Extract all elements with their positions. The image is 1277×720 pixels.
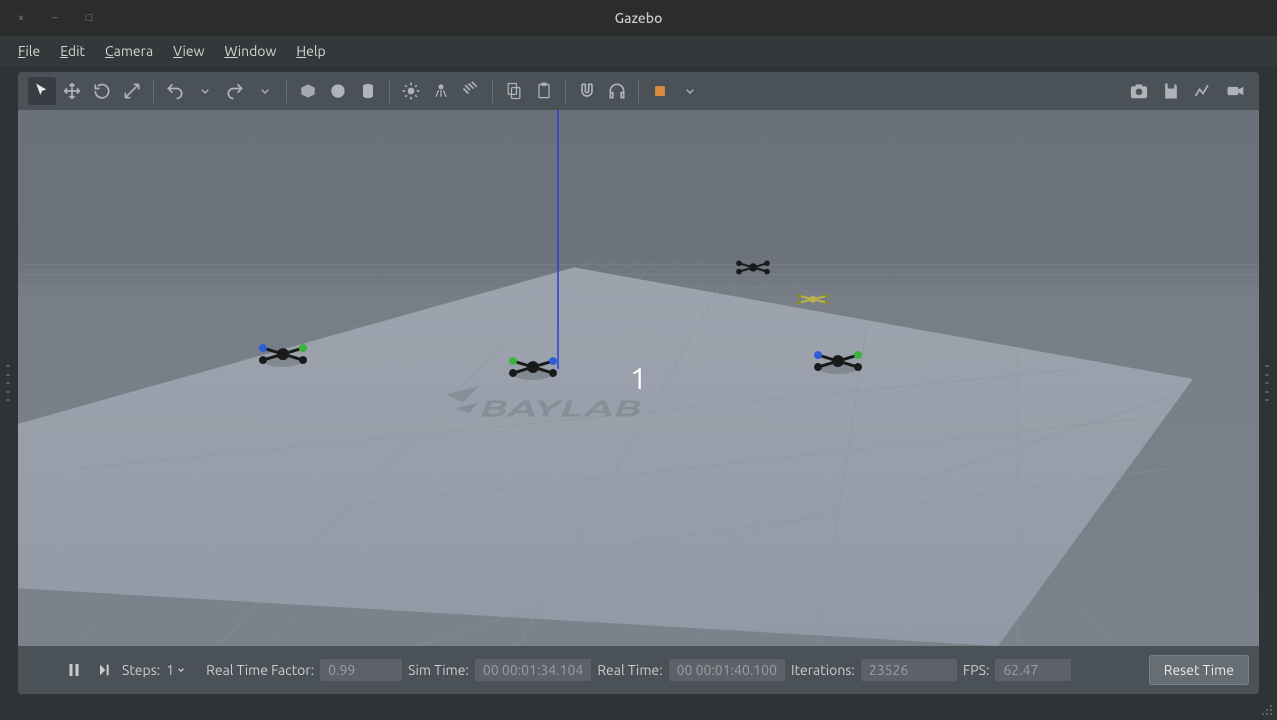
menu-camera-label: amera <box>114 43 154 59</box>
gazebo-icon <box>650 81 670 101</box>
undo-icon <box>165 81 185 101</box>
real-time-value: 00 00:01:40.100 <box>669 659 785 681</box>
redo-icon <box>225 81 245 101</box>
directional-light-icon <box>461 81 481 101</box>
menu-bar: File Edit Camera View Window Help <box>0 36 1277 66</box>
step-icon <box>96 662 112 678</box>
select-tool-button[interactable] <box>28 77 56 105</box>
menu-help[interactable]: Help <box>288 39 333 63</box>
move-icon <box>62 81 82 101</box>
iterations-value: 23526 <box>861 659 957 681</box>
scale-icon <box>122 81 142 101</box>
paste-button[interactable] <box>530 77 558 105</box>
chevron-down-icon <box>197 83 213 99</box>
magnet-icon <box>577 81 597 101</box>
status-bar: Steps: 1 Real Time Factor: 0.99 Sim Time… <box>18 646 1259 694</box>
viewport-3d[interactable]: BAYLAB <box>18 110 1259 646</box>
directional-light-button[interactable] <box>457 77 485 105</box>
undo-button[interactable] <box>161 77 189 105</box>
copy-icon <box>504 81 524 101</box>
menu-window-label: indow <box>238 43 277 59</box>
video-icon <box>1225 81 1245 101</box>
screenshot-button[interactable] <box>1125 77 1153 105</box>
camera-icon <box>1129 81 1149 101</box>
steps-value: 1 <box>166 662 174 678</box>
rotate-tool-button[interactable] <box>88 77 116 105</box>
steps-selector[interactable]: 1 <box>166 662 186 678</box>
cylinder-icon <box>358 81 378 101</box>
cylinder-shape-button[interactable] <box>354 77 382 105</box>
iterations-label: Iterations: <box>791 662 855 678</box>
record-button[interactable] <box>1221 77 1249 105</box>
gazebo-dropdown[interactable] <box>676 77 704 105</box>
cube-icon <box>298 81 318 101</box>
pause-button[interactable] <box>62 658 86 682</box>
rtf-value: 0.99 <box>320 659 402 681</box>
sphere-icon <box>328 81 348 101</box>
chevron-down-icon <box>257 83 273 99</box>
sim-time-label: Sim Time: <box>408 662 469 678</box>
pause-icon <box>65 661 83 679</box>
resize-grip[interactable] <box>1261 702 1273 714</box>
step-button[interactable] <box>92 658 116 682</box>
toolbar <box>18 72 1259 110</box>
cursor-icon <box>32 81 52 101</box>
redo-button[interactable] <box>221 77 249 105</box>
fps-value: 62.47 <box>995 659 1071 681</box>
chevron-down-icon <box>682 83 698 99</box>
reset-time-button[interactable]: Reset Time <box>1149 655 1249 685</box>
title-bar: × – □ Gazebo <box>0 0 1277 36</box>
copy-button[interactable] <box>500 77 528 105</box>
close-button[interactable]: × <box>14 11 28 25</box>
rotate-icon <box>92 81 112 101</box>
snap-button[interactable] <box>573 77 601 105</box>
ground-logo-text: BAYLAB <box>476 396 647 421</box>
minimize-button[interactable]: – <box>48 11 62 25</box>
right-panel-handle[interactable] <box>1265 365 1271 401</box>
gazebo-logo-button[interactable] <box>646 77 674 105</box>
menu-camera[interactable]: Camera <box>97 39 161 63</box>
point-light-button[interactable] <box>397 77 425 105</box>
rtf-label: Real Time Factor: <box>206 662 314 678</box>
joints-button[interactable] <box>603 77 631 105</box>
box-shape-button[interactable] <box>294 77 322 105</box>
sim-time-value: 00 00:01:34.104 <box>475 659 591 681</box>
menu-window[interactable]: Window <box>216 39 284 63</box>
chart-icon <box>1193 81 1213 101</box>
menu-file[interactable]: File <box>10 39 48 63</box>
sphere-shape-button[interactable] <box>324 77 352 105</box>
menu-edit[interactable]: Edit <box>52 39 93 63</box>
save-icon <box>1161 81 1181 101</box>
menu-edit-label: dit <box>68 43 85 59</box>
menu-help-label: elp <box>306 43 326 59</box>
spot-light-button[interactable] <box>427 77 455 105</box>
real-time-label: Real Time: <box>597 662 662 678</box>
chevron-down-icon <box>176 665 186 675</box>
main-panel: BAYLAB <box>18 72 1259 694</box>
undo-dropdown[interactable] <box>191 77 219 105</box>
log-button[interactable] <box>1157 77 1185 105</box>
scale-tool-button[interactable] <box>118 77 146 105</box>
steps-label: Steps: <box>122 662 160 678</box>
plot-button[interactable] <box>1189 77 1217 105</box>
grip-icon <box>1261 704 1273 716</box>
window-title: Gazebo <box>615 10 663 26</box>
paste-icon <box>534 81 554 101</box>
overlay-number: 1 <box>630 361 647 395</box>
menu-view-label: iew <box>182 43 204 59</box>
sun-icon <box>401 81 421 101</box>
headphones-icon <box>607 81 627 101</box>
menu-file-label: ile <box>25 43 40 59</box>
translate-tool-button[interactable] <box>58 77 86 105</box>
left-panel-handle[interactable] <box>6 365 12 401</box>
fps-label: FPS: <box>963 662 990 678</box>
menu-view[interactable]: View <box>165 39 212 63</box>
redo-dropdown[interactable] <box>251 77 279 105</box>
spotlight-icon <box>431 81 451 101</box>
maximize-button[interactable]: □ <box>82 11 96 25</box>
